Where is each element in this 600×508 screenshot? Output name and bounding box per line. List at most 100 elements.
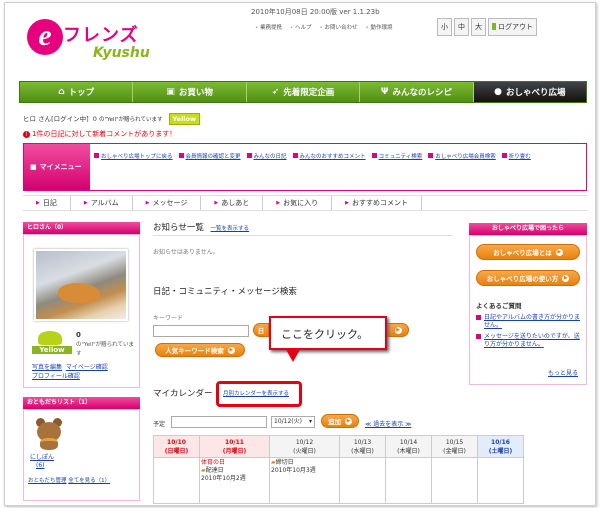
cal-date: 10/16 (491, 438, 510, 446)
text-size-controls: 小 中 大 ログアウト (437, 18, 537, 36)
cal-cell-sat[interactable] (477, 457, 524, 504)
runner-icon: ➶ (271, 87, 280, 97)
plan-label: 予定 (153, 421, 166, 428)
friend-name-link[interactable]: にしぽん (30, 454, 54, 461)
nav-recipes[interactable]: Ψ みんなのレシピ (360, 82, 474, 102)
search-button-partial[interactable]: 日 (253, 323, 269, 337)
keyword-input[interactable] (153, 325, 249, 337)
menu-link-member-search[interactable]: おしゃべり広場会員検索 (428, 152, 496, 160)
tab-footprints[interactable]: あしあと (201, 196, 264, 210)
friend-name: にしぽん (6) (30, 454, 54, 470)
tab-message[interactable]: メッセージ (133, 196, 202, 210)
cal-dow: (木曜日) (397, 447, 420, 455)
about-chat-button[interactable]: おしゃべり広場とは ▶ (476, 244, 580, 260)
tab-favorites[interactable]: お気に入り (263, 196, 333, 210)
more-link[interactable]: もっと見る (548, 368, 578, 377)
menu-link-diaries[interactable]: みんなの日記 (247, 152, 287, 160)
friend-avatar[interactable] (34, 418, 64, 450)
friends-box: にしぽん (6) おともだち管理 全てを見る（1） (23, 409, 140, 501)
notice-empty: お知らせはありません。 (153, 249, 219, 256)
click-here-callout: ここをクリック。 (269, 316, 387, 362)
add-label: 追加 (328, 418, 341, 426)
profile-box: Yellow 0 の"Yell"が贈られています 写真を編集 マイページ確認 プ… (23, 234, 140, 388)
popular-keyword-button[interactable]: 人気キーワード検索 ▶ (155, 343, 245, 357)
cal-dow: (土曜日) (488, 447, 513, 455)
cal-cell-fri[interactable] (431, 457, 478, 504)
how-to-use-button[interactable]: おしゃべり広場の使い方 ▶ (476, 270, 580, 286)
chevron-down-icon: ▾ (308, 418, 312, 425)
date-select[interactable]: 10/12(火) ▾ (271, 416, 315, 428)
faq-item[interactable]: 日記やアルバムの書き方が分かりません。 (476, 314, 580, 330)
add-plan-button[interactable]: 追加 ▶ (321, 414, 359, 428)
new-comment-notice[interactable]: 1件の日記に対して新着コメントがあります！ (23, 129, 176, 139)
friend-links: おともだち管理 全てを見る（1） (28, 476, 110, 484)
tab-album[interactable]: アルバム (71, 196, 133, 210)
cal-cell-sun[interactable] (153, 457, 200, 504)
cal-dow: (金曜日) (443, 447, 466, 455)
arrow-circle-icon: ▶ (345, 417, 352, 425)
user-name: ヒロ さん[ログイン中] (23, 115, 89, 123)
monthly-calendar-link[interactable]: 月別カレンダーを表示する (223, 389, 289, 397)
cal-date: 10/11 (225, 438, 244, 446)
my-menu: ■ マイメニュー おしゃべり広場トップに戻る 会員情報の確認と変更 みんなの日記… (23, 143, 587, 191)
my-menu-label: ■ マイメニュー (24, 144, 90, 190)
cal-day-wed: 10/13 (水曜日) (339, 435, 386, 458)
nav-limited[interactable]: ➶ 先着限定企画 (247, 82, 361, 102)
search-title: 日記・コミュニティ・メッセージ検索 (153, 287, 297, 297)
header-link-env[interactable]: 動作環境 (366, 23, 393, 31)
logo-e-mark: e (27, 19, 63, 55)
profile-photo[interactable] (34, 249, 128, 321)
size-large-button[interactable]: 大 (471, 18, 486, 36)
size-small-button[interactable]: 小 (437, 18, 452, 36)
header-link-contact[interactable]: お問い合わせ (320, 23, 358, 31)
header-link-help[interactable]: ヘルプ (290, 23, 312, 31)
faq-item[interactable]: メッセージを送りたいのですが、送り方が分かりません。 (476, 333, 580, 349)
delivery-label: 配達日 (205, 467, 224, 474)
cal-date: 10/10 (167, 438, 186, 446)
nav-shopping[interactable]: ▣ お買い物 (133, 82, 247, 102)
date-select-value: 10/12(火) (274, 418, 302, 425)
deadline-week: 2010年10月3週 (271, 467, 316, 474)
friend-count[interactable]: (6) (36, 462, 45, 469)
past-link[interactable]: ≪ 過去を表示 ≫ (365, 419, 411, 428)
nav-label: お買い物 (178, 88, 213, 98)
size-medium-button[interactable]: 中 (454, 18, 469, 36)
friend-manage-link[interactable]: おともだち管理 (28, 478, 67, 484)
site-logo[interactable]: e フレンズ Kyushu (23, 15, 163, 67)
header-link-partner[interactable]: 業務提携 (255, 23, 282, 31)
menu-link-community-search[interactable]: コミュニティ検索 (372, 152, 423, 160)
yell-leaf-icon (38, 331, 62, 345)
callout-text: ここをクリック。 (281, 328, 369, 341)
logout-button[interactable]: ログアウト (488, 18, 537, 36)
cal-cell-mon[interactable]: 体育の日 ▰配達日 2010年10月2週 (199, 457, 270, 504)
plan-input[interactable] (171, 416, 267, 428)
yellow-logo-text: Yellow (32, 346, 72, 354)
arrow-circle-icon: ▶ (227, 346, 235, 354)
delivery-week: 2010年10月2週 (201, 475, 246, 482)
cal-cell-wed[interactable] (339, 457, 386, 504)
tab-recommend-comment[interactable]: おすすめコメント (332, 196, 422, 210)
tab-diary[interactable]: 日記 (23, 196, 71, 210)
profile-header: ヒロさん（0） (23, 222, 140, 234)
edit-photo-link[interactable]: 写真を編集 (32, 364, 62, 371)
mypage-link[interactable]: マイページ確認 (66, 364, 108, 371)
yellow-logo: Yellow (32, 331, 72, 361)
notice-title: お知らせ一覧 (153, 223, 204, 233)
arrow-circle-icon: ▶ (555, 248, 563, 256)
cal-day-fri: 10/15 (金曜日) (431, 435, 478, 458)
cal-dow: (水曜日) (351, 447, 374, 455)
cal-cell-thu[interactable] (385, 457, 432, 504)
profile-link[interactable]: プロフィール確認 (32, 373, 80, 380)
yell-count: 0 (92, 115, 97, 123)
notice-all-link[interactable]: 一覧を表示する (211, 226, 250, 232)
deadline-label: 締切日 (275, 459, 294, 466)
nav-top[interactable]: ⌂ トップ (20, 82, 134, 102)
friend-all-link[interactable]: 全てを見る（1） (68, 478, 110, 484)
help-box: おしゃべり広場とは ▶ おしゃべり広場の使い方 ▶ よくあるご質問 日記やアルバムの… (469, 235, 587, 385)
menu-link-collapse[interactable]: 折り畳む (502, 152, 531, 160)
menu-link-chat-top[interactable]: おしゃべり広場トップに戻る (94, 152, 173, 160)
cal-cell-tue[interactable]: ▰締切日 2010年10月3週 (269, 457, 340, 504)
menu-link-member-info[interactable]: 会員情報の確認と変更 (179, 152, 241, 160)
menu-link-recommend[interactable]: みんなのおすすめコメント (293, 152, 366, 160)
nav-chat[interactable]: ● おしゃべり広場 (473, 82, 587, 102)
